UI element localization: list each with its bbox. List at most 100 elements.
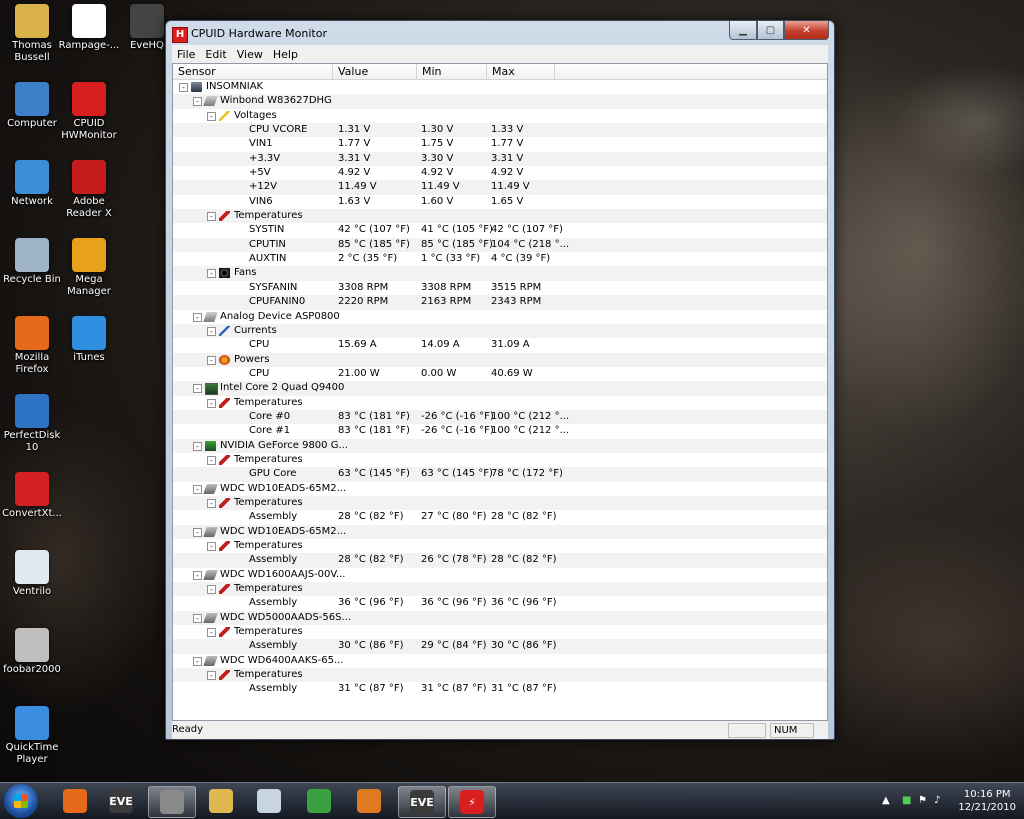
group-row[interactable]: - Powers (173, 352, 827, 367)
minimize-button[interactable]: ▁ (729, 21, 757, 40)
title-bar[interactable]: H CPUID Hardware Monitor ▁ ▢ ✕ (166, 21, 834, 45)
column-header-min[interactable]: Min (417, 64, 487, 79)
taskbar-button-evehq[interactable]: EVE (398, 786, 446, 818)
collapse-toggle[interactable]: - (207, 398, 216, 408)
group-row[interactable]: - INSOMNIAK (173, 80, 827, 94)
collapse-toggle[interactable]: - (193, 97, 202, 107)
desktop-icon-quicktime-player[interactable]: QuickTime Player (0, 706, 64, 766)
column-header-value[interactable]: Value (333, 64, 417, 79)
group-row[interactable]: - WDC WD5000AADS-56S... (173, 610, 827, 626)
menu-edit[interactable]: Edit (200, 48, 231, 61)
group-row[interactable]: - Analog Device ASP0800 (173, 310, 827, 324)
group-row[interactable]: - Temperatures (173, 582, 827, 597)
group-row[interactable]: - Winbond W83627DHG (173, 94, 827, 109)
group-row[interactable]: - Intel Core 2 Quad Q9400 (173, 381, 827, 396)
menu-file[interactable]: File (172, 48, 200, 61)
taskbar-button-foobar[interactable] (148, 786, 196, 818)
desktop-icon-foobar2000[interactable]: foobar2000 (0, 628, 64, 676)
collapse-toggle[interactable]: - (193, 613, 202, 623)
collapse-toggle[interactable]: - (207, 671, 216, 681)
collapse-toggle[interactable]: - (193, 570, 202, 580)
group-row[interactable]: - WDC WD10EADS-65M2... (173, 482, 827, 496)
sensor-row[interactable]: Assembly 28 °C (82 °F) 26 °C (78 °F) 28 °C … (173, 553, 827, 568)
collapse-toggle[interactable]: - (207, 628, 216, 638)
group-row[interactable]: - Temperatures (173, 625, 827, 639)
collapse-toggle[interactable]: - (207, 326, 216, 336)
desktop-icon-rampage[interactable]: Rampage-... (57, 4, 121, 52)
maximize-button[interactable]: ▢ (757, 21, 784, 40)
sensor-row[interactable]: Assembly 28 °C (82 °F) 27 °C (80 °F) 28 °C … (173, 510, 827, 524)
collapse-toggle[interactable]: - (193, 384, 202, 394)
close-button[interactable]: ✕ (784, 21, 829, 40)
sensor-row[interactable]: Core #0 83 °C (181 °F) -26 °C (-16 °F) 100 … (173, 409, 827, 425)
taskbar-button-media-player[interactable] (346, 786, 392, 816)
sensor-row[interactable]: SYSFANIN 3308 RPM 3308 RPM 3515 RPM (173, 281, 827, 295)
sensor-row[interactable]: +3.3V 3.31 V 3.30 V 3.31 V (173, 151, 827, 167)
collapse-toggle[interactable]: - (193, 656, 202, 666)
column-header-max[interactable]: Max (487, 64, 555, 79)
menu-help[interactable]: Help (268, 48, 303, 61)
desktop-icon-recycle-bin[interactable]: Recycle Bin (0, 238, 64, 286)
clock[interactable]: 10:16 PM 12/21/2010 (958, 788, 1016, 814)
group-row[interactable]: - WDC WD6400AAKS-65... (173, 654, 827, 668)
sensor-row[interactable]: SYSTIN 42 °C (107 °F) 41 °C (105 °F) 42 °C … (173, 223, 827, 237)
collapse-toggle[interactable]: - (207, 269, 216, 279)
column-header-sensor[interactable]: Sensor (173, 64, 333, 79)
collapse-toggle[interactable]: - (179, 83, 188, 92)
group-row[interactable]: - NVIDIA GeForce 9800 G... (173, 438, 827, 453)
sensor-row[interactable]: Assembly 30 °C (86 °F) 29 °C (84 °F) 30 °C … (173, 639, 827, 654)
action-center-icon[interactable]: ⚑ (918, 795, 927, 806)
taskbar-button-firefox[interactable] (52, 786, 98, 816)
group-row[interactable]: - Temperatures (173, 396, 827, 410)
sensor-row[interactable]: Assembly 36 °C (96 °F) 36 °C (96 °F) 36 °C … (173, 596, 827, 610)
sensor-row[interactable]: VIN1 1.77 V 1.75 V 1.77 V (173, 137, 827, 151)
taskbar-button-evehq[interactable]: EVE (98, 786, 144, 816)
collapse-toggle[interactable]: - (193, 484, 202, 494)
collapse-toggle[interactable]: - (193, 441, 202, 451)
desktop-icon-mozilla-firefox[interactable]: Mozilla Firefox (0, 316, 64, 376)
desktop-icon-ventrilo[interactable]: Ventrilo (0, 550, 64, 598)
desktop-icon-itunes[interactable]: iTunes (57, 316, 121, 364)
group-row[interactable]: - Temperatures (173, 539, 827, 553)
start-button[interactable] (4, 784, 38, 818)
sensor-tree-view[interactable]: Sensor Value Min Max - INSOMNIAK - Winbond … (172, 63, 828, 721)
sensor-row[interactable]: +12V 11.49 V 11.49 V 11.49 V (173, 180, 827, 195)
hwmonitor-window[interactable]: H CPUID Hardware Monitor ▁ ▢ ✕ File Edit… (165, 20, 835, 740)
volume-icon[interactable]: ♪ (934, 795, 940, 806)
sensor-row[interactable]: Assembly 31 °C (87 °F) 31 °C (87 °F) 31 °C … (173, 682, 827, 696)
sensor-row[interactable]: CPU 15.69 A 14.09 A 31.09 A (173, 338, 827, 352)
group-row[interactable]: - Temperatures (173, 668, 827, 683)
desktop-icon-cpuid-hwmonitor[interactable]: CPUID HWMonitor (57, 82, 121, 142)
sensor-row[interactable]: Core #1 83 °C (181 °F) -26 °C (-16 °F) 100 … (173, 424, 827, 438)
group-row[interactable]: - Temperatures (173, 209, 827, 224)
collapse-toggle[interactable]: - (207, 498, 216, 508)
taskbar-button-ventrilo[interactable] (246, 786, 292, 816)
group-row[interactable]: - Voltages (173, 109, 827, 123)
collapse-toggle[interactable]: - (207, 585, 216, 595)
group-row[interactable]: - Temperatures (173, 453, 827, 467)
menu-view[interactable]: View (232, 48, 268, 61)
taskbar-button-hwmonitor[interactable]: ⚡ (448, 786, 496, 818)
collapse-toggle[interactable]: - (193, 312, 202, 322)
show-hidden-icons-icon[interactable]: ▲ (882, 795, 890, 806)
desktop-icon-adobe-reader-x[interactable]: Adobe Reader X (57, 160, 121, 220)
collapse-toggle[interactable]: - (207, 111, 216, 121)
group-row[interactable]: - Fans (173, 266, 827, 281)
desktop-icon-perfectdisk-10[interactable]: PerfectDisk 10 (0, 394, 64, 454)
sensor-row[interactable]: +5V 4.92 V 4.92 V 4.92 V (173, 166, 827, 180)
sensor-row[interactable]: AUXTIN 2 °C (35 °F) 1 °C (33 °F) 4 °C (39 °… (173, 252, 827, 266)
collapse-toggle[interactable]: - (207, 212, 216, 222)
collapse-toggle[interactable]: - (207, 355, 216, 365)
sensor-row[interactable]: CPUFANIN0 2220 RPM 2163 RPM 2343 RPM (173, 295, 827, 310)
group-row[interactable]: - WDC WD10EADS-65M2... (173, 524, 827, 539)
collapse-toggle[interactable]: - (207, 542, 216, 551)
sensor-row[interactable]: GPU Core 63 °C (145 °F) 63 °C (145 °F) 78 °… (173, 467, 827, 482)
group-row[interactable]: - Currents (173, 323, 827, 339)
hwmonitor-app-icon[interactable]: H (172, 27, 188, 43)
group-row[interactable]: - Temperatures (173, 495, 827, 511)
desktop-icon-convertxt[interactable]: ConvertXt... (0, 472, 64, 520)
sensor-row[interactable]: VIN6 1.63 V 1.60 V 1.65 V (173, 195, 827, 209)
group-row[interactable]: - WDC WD1600AAJS-00V... (173, 568, 827, 582)
desktop-icon-mega-manager[interactable]: Mega Manager (57, 238, 121, 298)
taskbar-button-explorer[interactable] (198, 786, 244, 816)
